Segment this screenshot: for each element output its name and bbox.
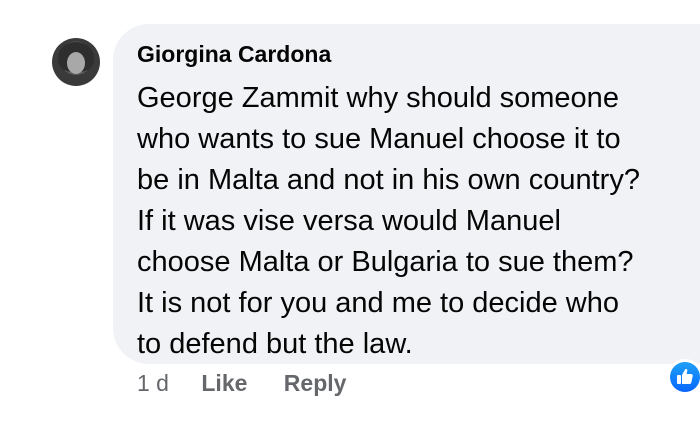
comment: Giorgina Cardona George Zammit why shoul… (0, 0, 700, 424)
avatar-face (67, 52, 85, 74)
comment-text-line: It is not for you and me to decide who (137, 287, 619, 319)
comment-text-line: who wants to sue Manuel choose it to (137, 123, 621, 155)
comment-author[interactable]: Giorgina Cardona (137, 41, 331, 68)
comment-timestamp[interactable]: 1 d (137, 370, 169, 396)
reply-button[interactable]: Reply (284, 370, 347, 396)
avatar[interactable] (52, 38, 100, 86)
comment-text: George Zammit why should someone who wan… (137, 78, 700, 365)
comment-text-line: George Zammit why should someone (137, 82, 619, 114)
thumbs-up-icon (677, 369, 693, 384)
comment-text-line: choose Malta or Bulgaria to sue them? (137, 246, 634, 278)
comment-actions: 1 d Like Reply (137, 370, 346, 397)
comment-text-line: If it was vise versa would Manuel (137, 205, 561, 237)
comment-text-line: to defend but the law. (137, 328, 413, 360)
reaction-badge[interactable] (667, 359, 700, 395)
like-button[interactable]: Like (201, 370, 247, 396)
comment-text-line: be in Malta and not in his own country? (137, 164, 640, 196)
